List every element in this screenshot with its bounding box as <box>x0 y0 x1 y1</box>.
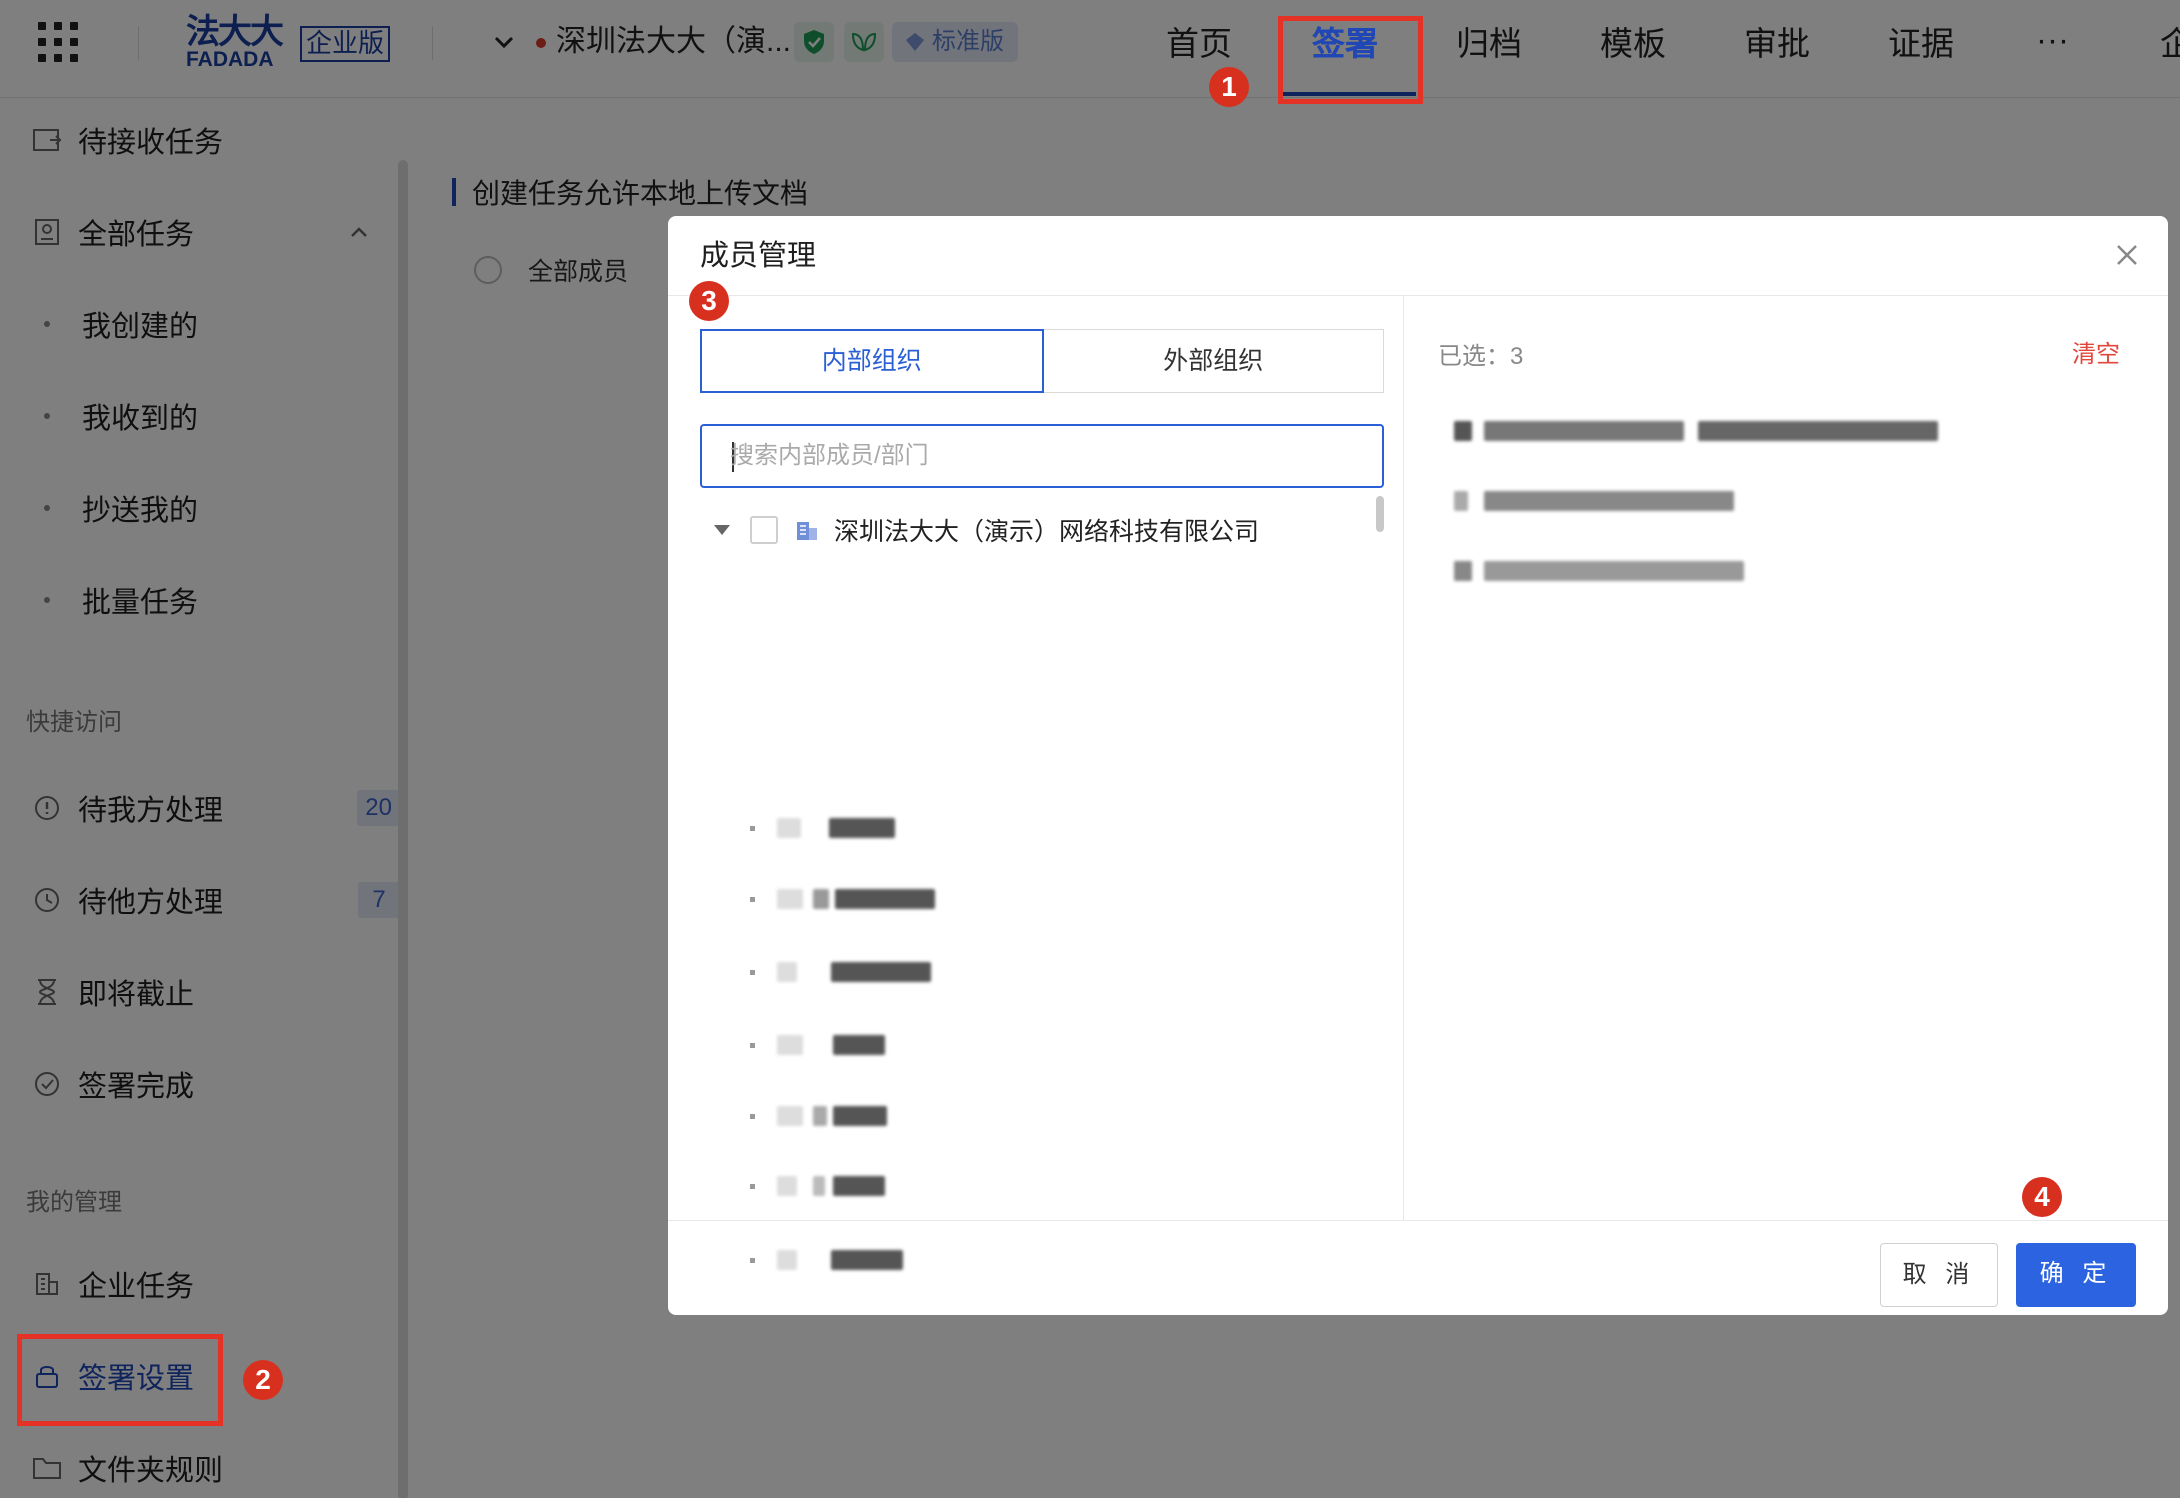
tree-node-member[interactable] <box>750 812 895 844</box>
caret-down-icon[interactable] <box>714 525 730 535</box>
member-management-dialog: 成员管理 内部组织 外部组织 深圳法大大（演示）网络科技有限公司 已选： <box>668 216 2168 1315</box>
tree-node-member[interactable] <box>750 956 931 988</box>
selected-count: 已选：3 <box>1438 343 1524 370</box>
tree-node-member[interactable] <box>750 1100 887 1132</box>
member-search-box[interactable] <box>700 424 1384 488</box>
checkbox[interactable] <box>750 516 778 544</box>
org-type-tabs: 内部组织 外部组织 <box>700 329 1384 393</box>
selected-member[interactable] <box>1454 556 1744 586</box>
dialog-title: 成员管理 <box>700 240 817 272</box>
selected-members-panel: 已选：3 清空 <box>1404 296 2168 1220</box>
selected-member[interactable] <box>1454 416 1938 446</box>
tree-node-label: 深圳法大大（演示）网络科技有限公司 <box>834 518 1260 546</box>
tree-node-member[interactable] <box>750 883 935 915</box>
annotation-number: 1 <box>1209 67 1249 107</box>
cancel-button[interactable]: 取 消 <box>1880 1243 1998 1307</box>
tree-node-member[interactable] <box>750 1170 885 1202</box>
org-tree-panel: 内部组织 外部组织 深圳法大大（演示）网络科技有限公司 <box>668 296 1404 1270</box>
tree-node-root[interactable]: 深圳法大大（演示）网络科技有限公司 <box>714 512 1259 548</box>
annotation-number: 3 <box>689 281 729 321</box>
annotation-number: 2 <box>243 1360 283 1400</box>
tab-internal-org[interactable]: 内部组织 <box>700 329 1044 393</box>
tab-external-org[interactable]: 外部组织 <box>1043 329 1384 393</box>
confirm-button[interactable]: 确 定 <box>2016 1243 2136 1307</box>
building-icon <box>797 522 817 540</box>
nav-sign-highlighted[interactable]: 签署 <box>1312 22 1378 66</box>
close-icon[interactable] <box>2110 238 2144 272</box>
annotation-number: 4 <box>2022 1177 2062 1217</box>
member-search-input[interactable] <box>730 436 1360 476</box>
tree-node-member[interactable] <box>750 1029 885 1061</box>
dialog-footer: 取 消 确 定 <box>668 1220 2168 1315</box>
clear-selection-link[interactable]: 清空 <box>2072 334 2120 369</box>
annotation-box-sign-settings <box>17 1334 223 1426</box>
dialog-header: 成员管理 <box>668 216 2168 296</box>
selected-member[interactable] <box>1454 486 1734 516</box>
